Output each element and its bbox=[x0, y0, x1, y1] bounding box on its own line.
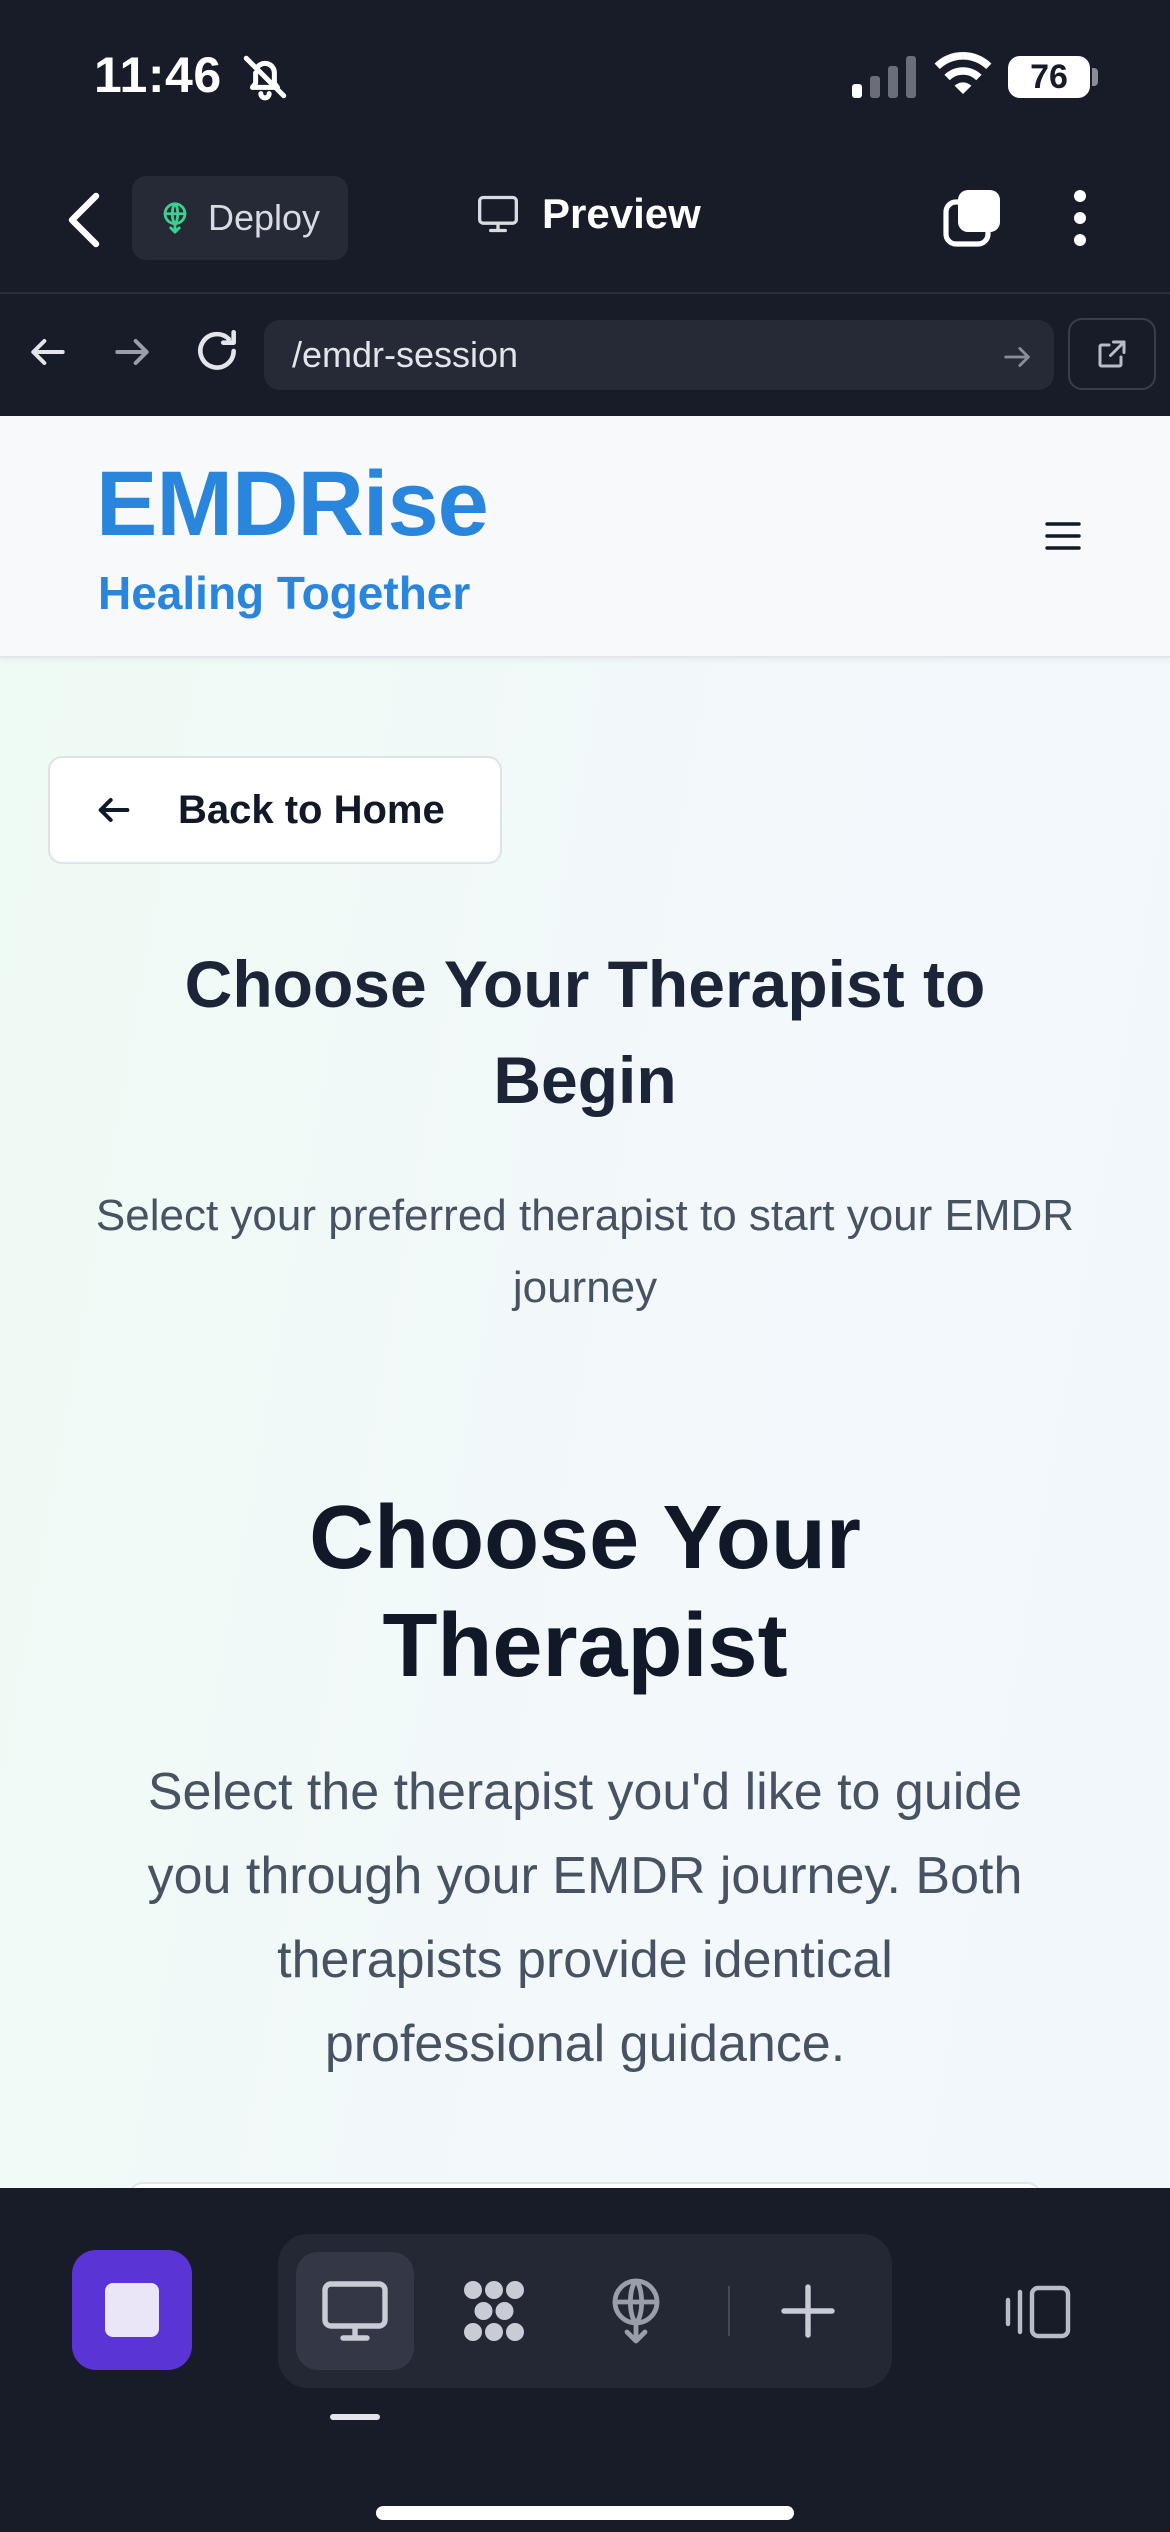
site-preview: EMDRise Healing Together Back to Home Ch… bbox=[0, 416, 1170, 2188]
arrow-right-icon[interactable] bbox=[110, 330, 154, 374]
url-field[interactable]: /emdr-session bbox=[264, 320, 1054, 390]
stop-button[interactable] bbox=[72, 2250, 192, 2370]
brand-tagline: Healing Together bbox=[98, 567, 471, 619]
brand-logo[interactable]: EMDRise bbox=[96, 452, 489, 557]
status-bar: 11:46 76 bbox=[0, 0, 1170, 150]
preview-title: Preview bbox=[476, 190, 701, 238]
section-description: Select the therapist you'd like to guide… bbox=[147, 1763, 1023, 2073]
bottom-toolbar bbox=[0, 2188, 1170, 2532]
arrow-left-icon[interactable] bbox=[26, 330, 70, 374]
status-time: 11:46 bbox=[94, 47, 222, 103]
dots-grid-icon[interactable] bbox=[458, 2275, 530, 2347]
monitor-icon[interactable] bbox=[319, 2275, 391, 2347]
wifi-icon bbox=[934, 52, 992, 94]
deploy-label: Deploy bbox=[208, 197, 321, 238]
preview-label: Preview bbox=[542, 190, 701, 237]
page-subtitle: Select your preferred therapist to start… bbox=[95, 1191, 1075, 1312]
plus-icon[interactable] bbox=[772, 2275, 844, 2347]
deploy-button[interactable]: Deploy bbox=[132, 176, 348, 260]
battery-indicator: 76 bbox=[1008, 56, 1090, 98]
back-to-home-button[interactable]: Back to Home bbox=[48, 756, 502, 864]
hamburger-menu-icon[interactable] bbox=[1044, 520, 1082, 552]
panel-icon[interactable] bbox=[1000, 2282, 1074, 2342]
external-link-icon bbox=[1098, 340, 1126, 368]
section-title: Choose Your Therapist bbox=[309, 1488, 861, 1696]
deploy-icon[interactable] bbox=[600, 2275, 672, 2347]
deploy-icon bbox=[163, 202, 187, 234]
home-indicator bbox=[376, 2506, 794, 2520]
tool-group bbox=[278, 2234, 892, 2388]
more-vertical-icon[interactable] bbox=[1062, 186, 1098, 250]
signal-icon bbox=[852, 56, 916, 98]
bell-off-icon bbox=[243, 55, 287, 101]
browser-bar: /emdr-session bbox=[0, 296, 1170, 416]
monitor-icon bbox=[478, 195, 518, 233]
arrow-left-icon bbox=[98, 798, 130, 822]
chevron-left-icon[interactable] bbox=[64, 190, 108, 250]
site-header: EMDRise Healing Together bbox=[0, 416, 1170, 658]
active-tab-indicator bbox=[330, 2414, 380, 2420]
back-to-home-label: Back to Home bbox=[178, 787, 445, 832]
battery-tip bbox=[1092, 68, 1098, 86]
page-title: Choose Your Therapist to Begin bbox=[184, 947, 986, 1117]
tabs-icon[interactable] bbox=[940, 186, 1004, 250]
reload-icon[interactable] bbox=[192, 326, 242, 376]
open-external-button[interactable] bbox=[1068, 318, 1156, 390]
app-header: Deploy Preview bbox=[0, 150, 1170, 294]
tool-divider bbox=[728, 2286, 730, 2336]
stop-icon bbox=[105, 2283, 159, 2337]
go-arrow-icon[interactable] bbox=[1000, 340, 1034, 374]
